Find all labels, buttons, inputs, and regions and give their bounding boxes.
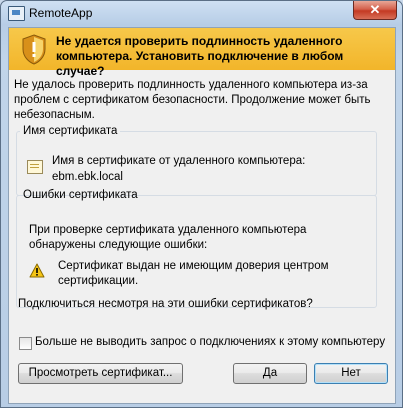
dont-ask-label[interactable]: Больше не выводить запрос о подключениях… [35,336,385,348]
no-button[interactable]: Нет [314,363,388,384]
certificate-name-label: Имя в сертификате от удаленного компьюте… [52,155,306,167]
title-bar[interactable]: RemoteApp ✕ [1,1,402,27]
banner-message: Не удается проверить подлинность удаленн… [56,34,344,78]
errors-intro: При проверке сертификата удаленного комп… [29,224,307,251]
remoteapp-icon [8,6,25,21]
view-certificate-button[interactable]: Просмотреть сертификат... [18,363,183,384]
warning-banner: Не удается проверить подлинность удаленн… [9,28,395,78]
dialog-body: Не удается проверить подлинность удаленн… [8,27,396,404]
warning-icon [29,263,45,278]
certificate-name-group: Имя сертификата Имя в сертификате от уда… [16,125,377,196]
remoteapp-dialog: RemoteApp ✕ Не удается проверить подлинн… [0,0,403,408]
shield-warning-icon [22,34,46,65]
certificate-errors-group: Ошибки сертификата При проверке сертифик… [16,189,377,308]
error-item: Сертификат выдан не имеющим доверия цент… [58,260,329,287]
intro-text: Не удалось проверить подлинность удаленн… [14,79,371,121]
window-title: RemoteApp [29,6,93,20]
close-button[interactable]: ✕ [353,1,397,20]
connect-question: Подключиться несмотря на эти ошибки серт… [18,298,313,310]
yes-button[interactable]: Да [233,363,307,384]
certificate-errors-legend: Ошибки сертификата [23,189,138,201]
certificate-name-value: ebm.ebk.local [52,171,123,183]
certificate-icon [27,160,43,174]
dont-ask-checkbox[interactable] [19,337,32,350]
certificate-name-legend: Имя сертификата [23,125,118,137]
